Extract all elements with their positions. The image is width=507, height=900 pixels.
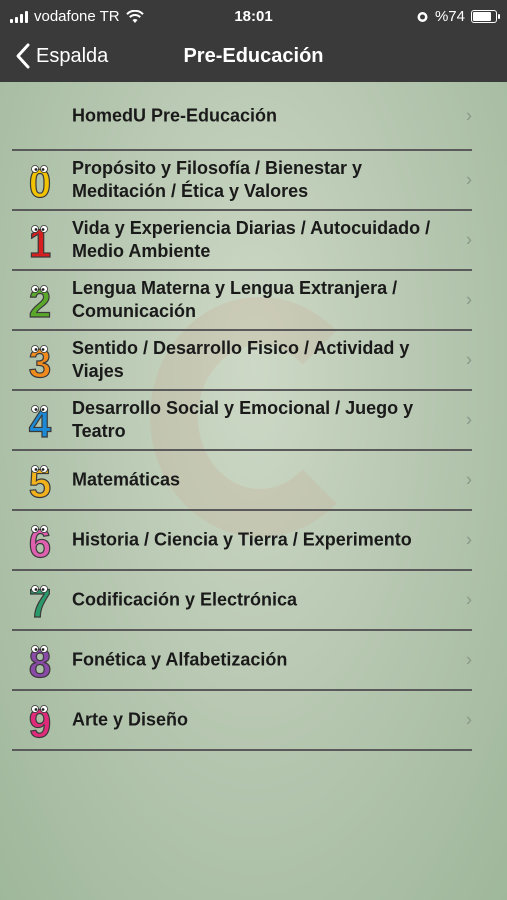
status-right: %74 (416, 8, 500, 25)
number-2-icon: 2 (28, 281, 51, 321)
list-item-label: Sentido / Desarrollo Fisico / Actividad … (72, 338, 410, 381)
list-item-label: HomedU Pre-Educación (72, 105, 278, 125)
menu-list: HomedU Pre-Educación › 0 Propósito y Filo… (12, 82, 472, 751)
list-item-label: Fonética y Alfabetización (72, 649, 288, 670)
battery-percent: %74 (434, 8, 465, 25)
list-item-label: Desarrollo Social y Emocional / Juego y … (72, 398, 414, 441)
battery-icon (471, 10, 500, 23)
list-item[interactable]: 5 Matemáticas › (12, 451, 472, 511)
chevron-right-icon: › (466, 169, 472, 190)
chevron-right-icon: › (466, 409, 472, 430)
list-item-label: Arte y Diseño (72, 709, 189, 730)
list-item[interactable]: 9 Arte y Diseño › (12, 691, 472, 751)
list-item-label: Matemáticas (72, 469, 181, 490)
chevron-right-icon: › (466, 649, 472, 670)
page-title: Pre-Educación (183, 45, 324, 67)
list-item-label: Vida y Experiencia Diarias / Autocuidado… (72, 218, 431, 261)
list-item[interactable]: 4 Desarrollo Social y Emocional / Juego y… (12, 391, 472, 451)
chevron-right-icon: › (466, 105, 472, 125)
chevron-right-icon: › (466, 229, 472, 250)
chevron-right-icon: › (466, 469, 472, 490)
list-item[interactable]: 8 Fonética y Alfabetización › (12, 631, 472, 691)
list-item-label: Codificación y Electrónica (72, 589, 298, 610)
number-9-icon: 9 (28, 701, 51, 741)
list-item-label: Historia / Ciencia y Tierra / Experiment… (72, 529, 412, 550)
list-item-label: Propósito y Filosofía / Bienestar y Medi… (72, 158, 363, 201)
number-0-icon: 0 (28, 161, 51, 201)
number-5-icon: 5 (28, 461, 51, 501)
number-3-icon: 3 (28, 341, 51, 381)
chevron-right-icon: › (466, 709, 472, 730)
number-7-icon: 7 (28, 581, 51, 621)
number-8-icon: 8 (28, 641, 51, 681)
number-1-icon: 1 (28, 221, 51, 261)
list-item[interactable]: 6 Historia / Ciencia y Tierra / Experimen… (12, 511, 472, 571)
list-item-label: Lengua Materna y Lengua Extranjera / Com… (72, 278, 398, 321)
list-item[interactable]: 0 Propósito y Filosofía / Bienestar y Med… (12, 151, 472, 211)
chevron-right-icon: › (466, 529, 472, 550)
list-item[interactable]: 3 Sentido / Desarrollo Fisico / Actividad… (12, 331, 472, 391)
status-bar: vodafone TR 18:01 %74 (0, 0, 507, 34)
list-item[interactable]: 2 Lengua Materna y Lengua Extranjera / Co… (12, 271, 472, 331)
navigation-bar: Espalda Pre-Educación (0, 34, 507, 82)
chevron-right-icon: › (466, 589, 472, 610)
alarm-icon (417, 12, 428, 22)
list-item-header[interactable]: HomedU Pre-Educación › (12, 82, 472, 151)
chevron-right-icon: › (466, 349, 472, 370)
chevron-right-icon: › (466, 289, 472, 310)
list-item[interactable]: 1 Vida y Experiencia Diarias / Autocuidad… (12, 211, 472, 271)
number-6-icon: 6 (28, 521, 51, 561)
main-content: HomedU Pre-Educación › 0 Propósito y Filo… (0, 82, 507, 900)
list-item[interactable]: 7 Codificación y Electrónica › (12, 571, 472, 631)
number-4-icon: 4 (28, 401, 52, 441)
